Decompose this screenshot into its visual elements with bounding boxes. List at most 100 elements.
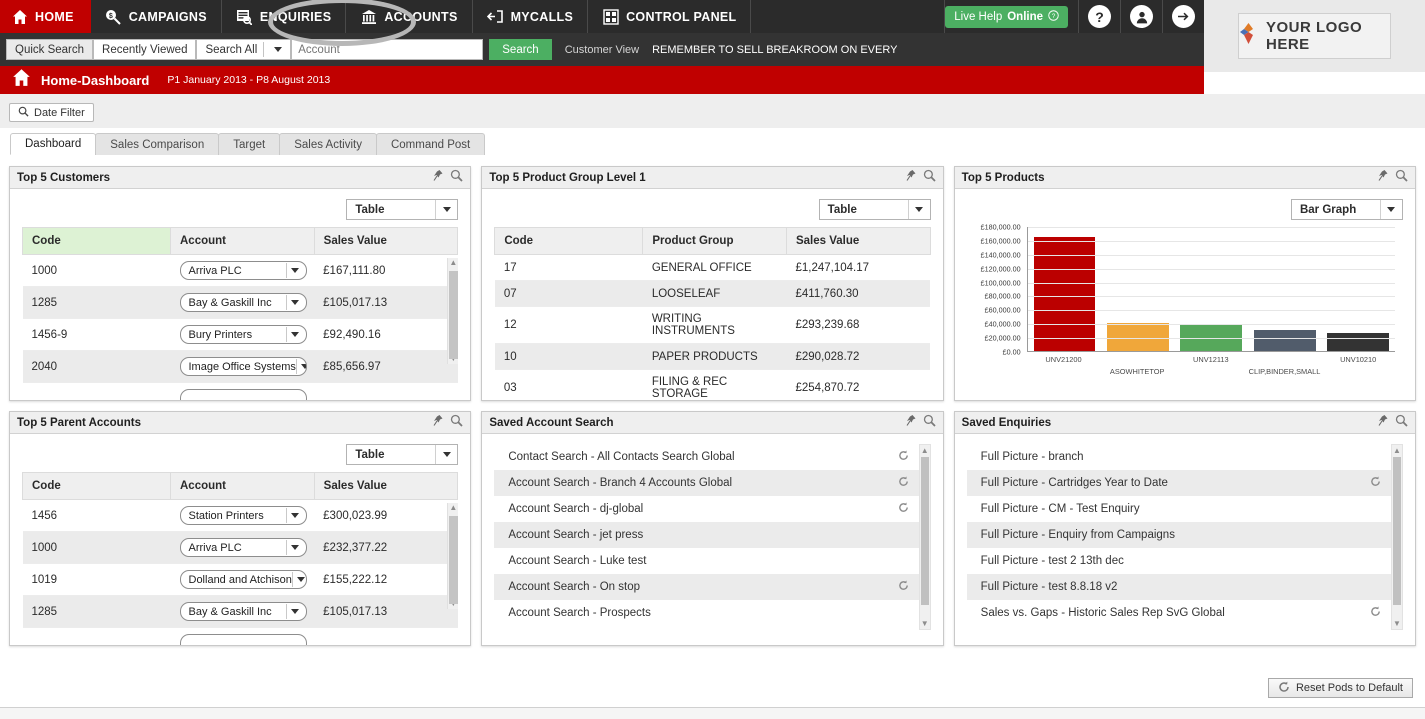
magnifier-icon[interactable] — [923, 414, 936, 432]
table-row[interactable]: 17 GENERAL OFFICE £1,247,104.17 — [494, 254, 931, 281]
scrollbar-thumb[interactable] — [920, 457, 929, 605]
account-select[interactable]: Bay & Gaskill Inc — [179, 293, 307, 312]
list-item[interactable]: Sales vs. Gaps - Historic Sales Rep SvG … — [967, 600, 1403, 626]
account-select[interactable] — [179, 634, 307, 645]
pin-icon[interactable] — [1378, 414, 1389, 432]
account-select[interactable]: Bury Printers — [179, 325, 307, 344]
list-item[interactable]: Full Picture - test 8.8.18 v2 — [966, 574, 1403, 600]
list-scrollbar[interactable]: ▲ ▼ — [1390, 444, 1403, 630]
list-item[interactable]: Account Search - jet press — [494, 522, 931, 548]
refresh-icon[interactable] — [1370, 476, 1381, 490]
magnifier-icon[interactable] — [450, 414, 463, 432]
list-item[interactable]: Account Search - On stop — [494, 574, 931, 600]
view-type-select-customers[interactable]: Table — [346, 199, 459, 220]
magnifier-icon[interactable] — [450, 169, 463, 187]
account-select[interactable] — [179, 389, 307, 400]
table-row[interactable]: 03 FILING & REC STORAGE £254,870.72 — [494, 369, 931, 400]
table-row-partial[interactable] — [22, 627, 458, 645]
table-row[interactable]: 12 WRITING INSTRUMENTS £293,239.68 — [494, 306, 931, 344]
list-item[interactable]: Account Search - Prospects — [494, 600, 930, 626]
nav-item-home[interactable]: HOME — [0, 0, 91, 33]
pin-icon[interactable] — [1378, 169, 1389, 187]
scroll-up-icon[interactable]: ▲ — [920, 446, 930, 455]
scrollbar-thumb[interactable] — [1392, 457, 1401, 605]
table-scrollbar[interactable]: ▲ ▼ — [447, 258, 459, 364]
account-select[interactable]: Dolland and Atchison — [179, 570, 307, 589]
search-scope-select[interactable]: Search All — [196, 39, 292, 60]
chart-bar[interactable] — [1107, 322, 1169, 351]
account-select[interactable]: Station Printers — [179, 506, 307, 525]
list-item[interactable]: Account Search - dj-global — [494, 496, 930, 522]
list-item[interactable]: Full Picture - CM - Test Enquiry — [967, 496, 1403, 522]
user-account-button[interactable] — [1120, 0, 1162, 33]
customer-view-link[interactable]: Customer View — [565, 44, 639, 56]
live-help-button[interactable]: Live Help Online ? — [945, 5, 1068, 28]
nav-item-accounts[interactable]: ACCOUNTS — [346, 0, 473, 33]
table-row[interactable]: 1285 Bay & Gaskill Inc £105,017.13 — [22, 595, 458, 628]
list-item[interactable]: Account Search - Luke test — [494, 548, 930, 574]
table-row[interactable]: 1456-9 Bury Printers £92,490.16 — [22, 318, 458, 351]
scroll-up-icon[interactable]: ▲ — [1392, 446, 1402, 455]
list-item[interactable]: Full Picture - Enquiry from Campaigns — [966, 522, 1403, 548]
scroll-down-icon[interactable]: ▼ — [1392, 619, 1402, 628]
tab-target[interactable]: Target — [218, 133, 281, 155]
table-row[interactable]: 2040 Image Office Systems £85,656.97 — [22, 350, 458, 383]
scrollbar-thumb[interactable] — [449, 516, 459, 604]
list-item[interactable]: Full Picture - branch — [967, 444, 1403, 470]
refresh-icon[interactable] — [1370, 606, 1381, 620]
account-select[interactable]: Bay & Gaskill Inc — [179, 602, 307, 621]
nav-item-enquiries[interactable]: ENQUIRIES — [222, 0, 347, 33]
account-select[interactable]: Arriva PLC — [179, 261, 307, 280]
nav-item-control-panel[interactable]: CONTROL PANEL — [588, 0, 752, 33]
view-type-select-products[interactable]: Bar Graph — [1290, 199, 1403, 220]
pin-icon[interactable] — [906, 169, 917, 187]
quick-search-button[interactable]: Quick Search — [6, 39, 94, 60]
tab-dashboard[interactable]: Dashboard — [10, 133, 97, 155]
pin-icon[interactable] — [433, 169, 444, 187]
refresh-icon[interactable] — [898, 580, 909, 594]
magnifier-icon[interactable] — [1395, 414, 1408, 432]
date-filter-button[interactable]: Date Filter — [9, 103, 94, 122]
nav-item-campaigns[interactable]: $ CAMPAIGNS — [91, 0, 222, 33]
list-item[interactable]: Full Picture - Cartridges Year to Date — [966, 470, 1403, 496]
chart-bar[interactable] — [1253, 330, 1316, 351]
tab-sales-activity[interactable]: Sales Activity — [279, 133, 377, 155]
help-button[interactable]: ? — [1078, 0, 1120, 33]
list-scrollbar[interactable]: ▲ ▼ — [918, 444, 931, 630]
account-select[interactable]: Image Office Systems — [179, 357, 307, 376]
list-item[interactable]: Account Search - Branch 4 Accounts Globa… — [494, 470, 931, 496]
magnifier-icon[interactable] — [923, 169, 936, 187]
reset-pods-button[interactable]: Reset Pods to Default — [1267, 678, 1413, 698]
refresh-icon[interactable] — [898, 450, 909, 464]
account-select[interactable]: Arriva PLC — [179, 538, 307, 557]
scroll-up-icon[interactable]: ▲ — [449, 258, 457, 268]
table-row[interactable]: 1456 Station Printers £300,023.99 — [22, 499, 458, 532]
table-scrollbar[interactable]: ▲ ▼ — [447, 503, 459, 609]
chart-bar[interactable] — [1327, 333, 1390, 351]
view-type-select-parent-accounts[interactable]: Table — [346, 444, 459, 465]
table-row[interactable]: 1285 Bay & Gaskill Inc £105,017.13 — [22, 286, 458, 319]
scrollbar-thumb[interactable] — [449, 271, 459, 359]
pin-icon[interactable] — [433, 414, 444, 432]
table-row-partial[interactable] — [22, 382, 458, 400]
view-type-select-product-group[interactable]: Table — [818, 199, 931, 220]
list-item[interactable]: Contact Search - All Contacts Search Glo… — [494, 444, 930, 470]
table-row[interactable]: 07 LOOSELEAF £411,760.30 — [494, 280, 931, 307]
search-button[interactable]: Search — [489, 39, 552, 60]
table-row[interactable]: 1000 Arriva PLC £232,377.22 — [22, 531, 458, 564]
logout-button[interactable] — [1162, 0, 1204, 33]
magnifier-icon[interactable] — [1395, 169, 1408, 187]
recently-viewed-button[interactable]: Recently Viewed — [93, 39, 197, 60]
scroll-up-icon[interactable]: ▲ — [449, 503, 457, 513]
tab-sales-comparison[interactable]: Sales Comparison — [95, 133, 220, 155]
list-item[interactable]: Full Picture - test 2 13th dec — [967, 548, 1403, 574]
refresh-icon[interactable] — [898, 502, 909, 516]
table-row[interactable]: 10 PAPER PRODUCTS £290,028.72 — [494, 343, 931, 370]
pin-icon[interactable] — [906, 414, 917, 432]
refresh-icon[interactable] — [898, 476, 909, 490]
scroll-down-icon[interactable]: ▼ — [920, 619, 930, 628]
search-input[interactable] — [291, 39, 484, 60]
table-row[interactable]: 1019 Dolland and Atchison £155,222.12 — [22, 563, 458, 596]
table-row[interactable]: 1000 Arriva PLC £167,111.80 — [22, 254, 458, 287]
tab-command-post[interactable]: Command Post — [375, 133, 486, 155]
